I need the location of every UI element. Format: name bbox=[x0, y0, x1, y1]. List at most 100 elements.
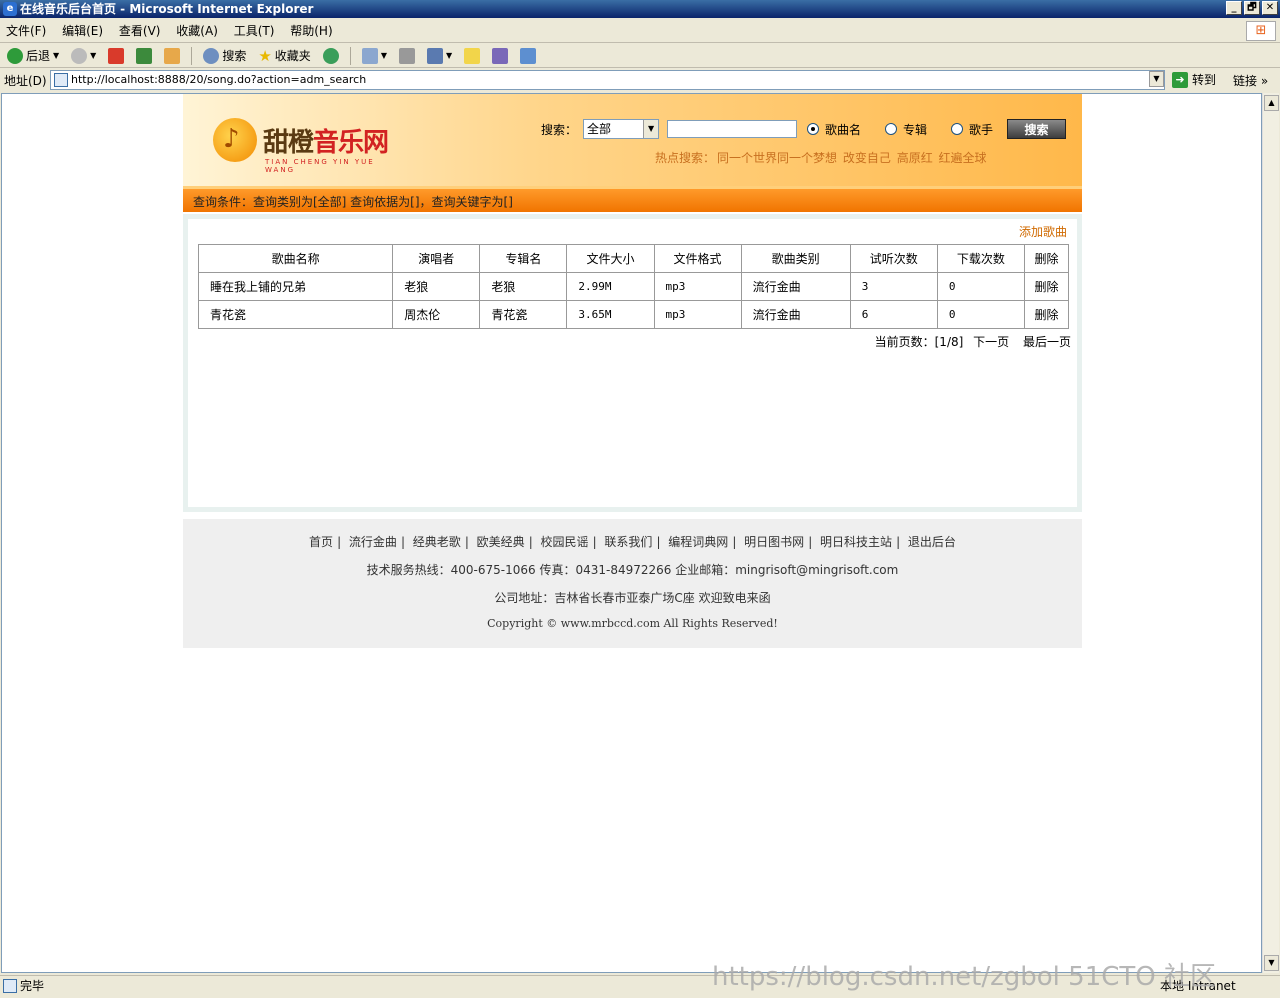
footer-link-home[interactable]: 首页 bbox=[309, 535, 333, 549]
footer-link-books[interactable]: 明日图书网 bbox=[744, 535, 804, 549]
minimize-button[interactable]: _ bbox=[1226, 1, 1242, 15]
menu-tools[interactable]: 工具(T) bbox=[228, 19, 281, 43]
logo-text-part1: 甜橙 bbox=[263, 128, 314, 158]
search-icon bbox=[203, 47, 220, 64]
menu-help[interactable]: 帮助(H) bbox=[284, 19, 338, 43]
address-label: 地址(D) bbox=[4, 73, 47, 88]
watermark: https://blog.csdn.net/zgbol 51CTO 社区 bbox=[712, 962, 1217, 992]
ie-logo-icon: e bbox=[3, 2, 17, 16]
logo-text: 甜橙音乐网 bbox=[263, 122, 389, 159]
album-cell: 老狼 bbox=[479, 272, 568, 301]
radio-dot bbox=[951, 123, 964, 135]
discuss-button[interactable] bbox=[461, 46, 483, 66]
go-button[interactable]: ➜ 转到 bbox=[1172, 71, 1216, 88]
album-cell: 青花瓷 bbox=[479, 300, 568, 329]
radio-album[interactable]: 专辑 bbox=[885, 121, 927, 138]
site-logo[interactable]: ♪ 甜橙音乐网 TIAN CHENG YIN YUE WANG bbox=[213, 116, 403, 174]
back-arrow-icon bbox=[7, 47, 23, 64]
current-page-indicator: 当前页数：[1/8] bbox=[874, 335, 964, 349]
menu-view[interactable]: 查看(V) bbox=[113, 19, 167, 43]
search-input[interactable] bbox=[667, 120, 798, 138]
search-category-value: 全部 bbox=[587, 122, 612, 136]
add-song-link[interactable]: 添加歌曲 bbox=[1019, 223, 1067, 240]
listen-count-cell: 6 bbox=[849, 300, 938, 329]
scroll-up-icon[interactable]: ▲ bbox=[1264, 95, 1279, 111]
logo-text-part2: 音乐网 bbox=[313, 128, 389, 158]
links-button[interactable]: 链接 » bbox=[1233, 72, 1268, 89]
back-button[interactable]: 后退 ▼ bbox=[4, 46, 62, 66]
page-container: ♪ 甜橙音乐网 TIAN CHENG YIN YUE WANG 搜索： 全部 ▼… bbox=[183, 94, 1082, 648]
column-header: 文件大小 bbox=[566, 244, 655, 273]
refresh-button[interactable] bbox=[133, 46, 155, 66]
home-button[interactable] bbox=[161, 46, 183, 66]
radio-dot-checked bbox=[807, 123, 820, 135]
file-format-cell: mp3 bbox=[653, 300, 742, 329]
footer-link-contact[interactable]: 联系我们 bbox=[604, 535, 652, 549]
menu-edit[interactable]: 编辑(E) bbox=[56, 19, 109, 43]
page-done-icon bbox=[3, 979, 17, 993]
hot-search-link[interactable]: 同一个世界同一个梦想 bbox=[717, 151, 837, 165]
song-name-cell: 青花瓷 bbox=[197, 300, 394, 329]
stop-button[interactable] bbox=[105, 46, 127, 66]
footer-link-pop[interactable]: 流行金曲 bbox=[349, 535, 397, 549]
site-header: ♪ 甜橙音乐网 TIAN CHENG YIN YUE WANG 搜索： 全部 ▼… bbox=[183, 94, 1082, 186]
search-category-select[interactable]: 全部 ▼ bbox=[583, 119, 660, 139]
edit-button[interactable]: ▼ bbox=[424, 46, 455, 66]
print-button[interactable] bbox=[396, 46, 418, 66]
footer-link-dictionary[interactable]: 编程词典网 bbox=[668, 535, 728, 549]
column-header: 删除 bbox=[1023, 244, 1070, 273]
column-header: 试听次数 bbox=[849, 244, 938, 273]
forward-arrow-icon bbox=[71, 47, 88, 64]
footer-address-line: 公司地址：吉林省长春市亚泰广场C座 欢迎致电来函 bbox=[494, 591, 771, 605]
scroll-down-icon[interactable]: ▼ bbox=[1264, 955, 1279, 971]
column-header: 歌曲名称 bbox=[197, 244, 394, 273]
search-label: 搜索 bbox=[222, 49, 247, 63]
column-header: 文件格式 bbox=[653, 244, 742, 273]
delete-link[interactable]: 删除 bbox=[1023, 300, 1070, 329]
edit-dropdown-icon[interactable]: ▼ bbox=[446, 51, 452, 60]
media-button[interactable] bbox=[320, 46, 342, 66]
delete-link[interactable]: 删除 bbox=[1023, 272, 1070, 301]
close-button[interactable]: ✕ bbox=[1262, 1, 1278, 15]
vertical-scrollbar[interactable]: ▲ ▼ bbox=[1262, 93, 1279, 973]
toolbar-separator bbox=[191, 46, 193, 65]
forward-dropdown-icon[interactable]: ▼ bbox=[90, 51, 96, 60]
last-page-link[interactable]: 最后一页 bbox=[1023, 335, 1071, 349]
menu-favorites[interactable]: 收藏(A) bbox=[170, 19, 224, 43]
back-dropdown-icon[interactable]: ▼ bbox=[53, 51, 59, 60]
pagination: 当前页数：[1/8] 下一页 最后一页 bbox=[869, 333, 1071, 350]
footer-link-campus[interactable]: 校园民谣 bbox=[541, 535, 589, 549]
radio-singer[interactable]: 歌手 bbox=[951, 121, 993, 138]
hot-search-link[interactable]: 高原红 bbox=[897, 151, 933, 165]
column-header: 专辑名 bbox=[479, 244, 568, 273]
mail-dropdown-icon[interactable]: ▼ bbox=[381, 51, 387, 60]
mail-button[interactable]: ▼ bbox=[359, 46, 390, 66]
footer-link-classic[interactable]: 经典老歌 bbox=[413, 535, 461, 549]
hot-search: 热点搜索： 同一个世界同一个梦想 改变自己 高原红 红遍全球 bbox=[655, 149, 987, 166]
next-page-link[interactable]: 下一页 bbox=[973, 335, 1009, 349]
hot-search-link[interactable]: 红遍全球 bbox=[939, 151, 987, 165]
singer-cell: 老狼 bbox=[392, 272, 481, 301]
search-submit-button[interactable]: 搜索 bbox=[1007, 119, 1067, 139]
download-count-cell: 0 bbox=[936, 300, 1025, 329]
footer-link-logout[interactable]: 退出后台 bbox=[908, 535, 956, 549]
research-button[interactable] bbox=[489, 46, 511, 66]
maximize-button[interactable]: 🗗 bbox=[1244, 1, 1260, 15]
footer-link-western[interactable]: 欧美经典 bbox=[477, 535, 525, 549]
messenger-button[interactable] bbox=[517, 46, 539, 66]
favorites-button[interactable]: ★ 收藏夹 bbox=[255, 46, 313, 66]
search-button[interactable]: 搜索 bbox=[200, 46, 249, 66]
footer-contact-line: 技术服务热线：400-675-1066 传真：0431-84972266 企业邮… bbox=[366, 563, 899, 577]
links-label: 链接 bbox=[1233, 74, 1258, 88]
address-dropdown-icon[interactable]: ▼ bbox=[1149, 71, 1164, 87]
content-box: 添加歌曲 歌曲名称 演唱者 专辑名 文件大小 文件格式 歌曲类别 试听次数 下载… bbox=[183, 214, 1082, 512]
menu-file[interactable]: 文件(F) bbox=[0, 19, 52, 43]
hot-search-link[interactable]: 改变自己 bbox=[843, 151, 891, 165]
address-input[interactable]: http://localhost:8888/20/song.do?action=… bbox=[50, 70, 1165, 90]
media-icon bbox=[322, 47, 339, 64]
footer-link-mainsite[interactable]: 明日科技主站 bbox=[820, 535, 892, 549]
forward-button[interactable]: ▼ bbox=[68, 46, 99, 66]
messenger-icon bbox=[520, 47, 537, 64]
page-icon bbox=[54, 73, 68, 87]
radio-song-name[interactable]: 歌曲名 bbox=[807, 121, 861, 138]
